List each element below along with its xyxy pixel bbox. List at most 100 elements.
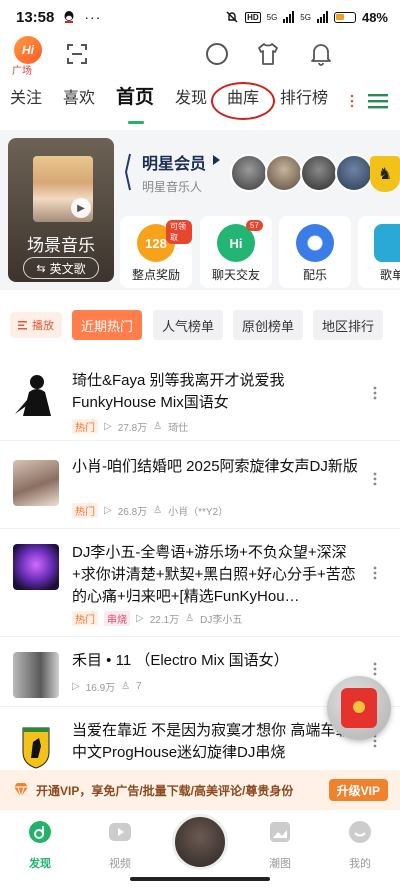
chat-friends-card[interactable]: Hi 57 聊天交友	[200, 216, 272, 288]
tab-home[interactable]: 首页	[116, 82, 154, 109]
status-time: 13:58	[16, 8, 55, 26]
tab-more-dots-icon[interactable]	[350, 94, 354, 108]
battery-icon	[333, 11, 356, 23]
more-options-icon[interactable]	[373, 566, 377, 580]
song-title: 琦仕&Faya 别等我离开才说爱我FunkyHouse Mix国语女	[72, 372, 285, 411]
nav-tide-images-label: 潮图	[269, 858, 291, 870]
nav-discover-label: 发现	[29, 858, 51, 870]
chip-recent-hot[interactable]: 近期热门	[72, 310, 142, 340]
play-count: 27.8万	[117, 422, 148, 434]
red-packet-button[interactable]	[327, 676, 391, 740]
artist-icon: ♙	[153, 420, 163, 432]
chat-friends-label: 聊天交友	[211, 268, 260, 282]
vip-banner[interactable]: 开通VIP，享免广告/批量下载/高美评论/尊贵身份 升级VIP	[0, 770, 400, 810]
bell-icon[interactable]	[309, 41, 333, 67]
avatar	[230, 154, 268, 192]
chip-region[interactable]: 地区排行	[313, 310, 383, 340]
square-logo[interactable]: Hi	[14, 36, 42, 64]
song-cover	[13, 724, 59, 770]
divider	[0, 636, 400, 637]
star-member-subtitle: 明星音乐人	[142, 180, 203, 194]
play-count: 16.9万	[85, 682, 116, 694]
hot-tag: 热门	[72, 502, 98, 518]
profile-icon	[349, 821, 371, 843]
shirt-icon[interactable]	[256, 42, 280, 66]
more-options-icon[interactable]	[373, 662, 377, 676]
tab-follow[interactable]: 关注	[10, 84, 42, 108]
artist-name: DJ李小五	[200, 614, 243, 626]
artist-icon: ♙	[121, 680, 131, 692]
list-item[interactable]: 小肖-咱们结婚吧 2025阿索旋律女声DJ新版 热门 ▷ 26.8万 ♙ 小肖（…	[0, 452, 400, 522]
divider	[0, 528, 400, 529]
star-avatars[interactable]: ♞	[230, 154, 400, 194]
active-tab-indicator	[128, 121, 144, 124]
status-bar: 13:58 ··· HD 5G 5G 48%	[0, 0, 400, 34]
hourly-reward-card[interactable]: 128 可领取 整点奖励	[120, 216, 192, 288]
nav-video[interactable]: 视频	[90, 820, 150, 871]
more-options-icon[interactable]	[373, 386, 377, 400]
square-label[interactable]: 广场	[12, 62, 32, 77]
artist-name: 7	[136, 680, 142, 692]
chip-original[interactable]: 原创榜单	[233, 310, 303, 340]
scene-title: 场景音乐	[27, 236, 95, 255]
song-title: 当爱在靠近 不是因为寂寞才想你 高端车载中文ProgHouse迷幻旋律DJ串烧	[72, 722, 351, 761]
scene-english-pill[interactable]: ⇆ 英文歌	[23, 257, 99, 279]
play-icon[interactable]: ▶	[71, 198, 91, 218]
bottom-nav: 发现 视频 潮图 我的	[0, 810, 400, 876]
hourly-reward-label: 整点奖励	[131, 268, 180, 282]
song-title: 小肖-咱们结婚吧 2025阿索旋律女声DJ新版	[72, 458, 358, 475]
song-title: 禾目 • 11 （Electro Mix 国语女）	[72, 652, 289, 669]
tab-like[interactable]: 喜欢	[63, 84, 95, 108]
star-member-title[interactable]: 明星会员	[142, 150, 206, 174]
play-count: 26.8万	[117, 506, 148, 518]
upgrade-vip-button[interactable]: 升级VIP	[328, 779, 388, 801]
play-list-icon	[18, 321, 27, 330]
song-title: DJ李小五-全粤语+游乐场+不负众望+深深+求你讲清楚+默契+黑白照+好心分手+…	[72, 544, 356, 605]
list-item[interactable]: DJ李小五-全粤语+游乐场+不负众望+深深+求你讲清楚+默契+黑白照+好心分手+…	[0, 540, 400, 630]
scan-icon[interactable]	[66, 43, 88, 65]
network-5g-1: 5G	[266, 12, 278, 22]
soundtrack-card[interactable]: 配乐	[279, 216, 351, 288]
annotation-circle	[211, 82, 275, 120]
network-5g-2: 5G	[300, 12, 311, 22]
hot-tag: 热门	[72, 418, 98, 434]
nav-mine[interactable]: 我的	[330, 820, 390, 871]
home-indicator	[130, 877, 270, 881]
more-options-icon[interactable]	[373, 472, 377, 486]
playlist-icon	[374, 224, 400, 262]
song-cover	[13, 544, 59, 590]
center-player-button[interactable]	[172, 814, 228, 870]
ferrari-cover-icon	[22, 727, 50, 769]
mute-icon	[226, 11, 238, 23]
song-cover	[13, 652, 59, 698]
divider	[0, 440, 400, 441]
vip-diamond-icon	[14, 783, 28, 799]
chat-count-badge: 57	[246, 220, 263, 231]
image-icon	[270, 822, 290, 842]
battery-level: 48%	[361, 9, 388, 25]
claimable-badge: 可领取	[166, 220, 192, 244]
silhouette-cover-icon	[15, 375, 51, 416]
qq-icon	[64, 11, 74, 23]
chip-popularity[interactable]: 人气榜单	[153, 310, 223, 340]
search-icon[interactable]	[205, 42, 229, 66]
song-meta: 热门 ▷ 26.8万 ♙ 小肖（**Y2）	[72, 502, 228, 518]
artist-icon: ♙	[185, 612, 195, 624]
tab-ranking[interactable]: 排行榜	[280, 84, 328, 108]
artist-icon: ♙	[153, 504, 163, 516]
medley-tag: 串烧	[104, 610, 130, 626]
artist-name: 琦仕	[168, 422, 189, 434]
scene-music-card[interactable]: ▶ 场景音乐 ⇆ 英文歌	[8, 138, 114, 282]
play-all-button[interactable]: 播放	[10, 312, 62, 338]
nav-tide-images[interactable]: 潮图	[250, 820, 310, 871]
top-bar: Hi 广场	[0, 34, 400, 80]
playlist-card[interactable]: 歌单	[358, 216, 400, 288]
signal-icon-2	[316, 11, 328, 23]
play-count: 22.1万	[149, 614, 180, 626]
play-count-icon: ▷	[104, 504, 112, 516]
play-all-label: 播放	[32, 320, 54, 332]
nav-discover[interactable]: 发现	[10, 820, 70, 871]
list-item[interactable]: 琦仕&Faya 别等我离开才说爱我FunkyHouse Mix国语女 热门 ▷ …	[0, 366, 400, 434]
tab-discover[interactable]: 发现	[175, 84, 207, 108]
menu-icon[interactable]	[368, 93, 388, 109]
